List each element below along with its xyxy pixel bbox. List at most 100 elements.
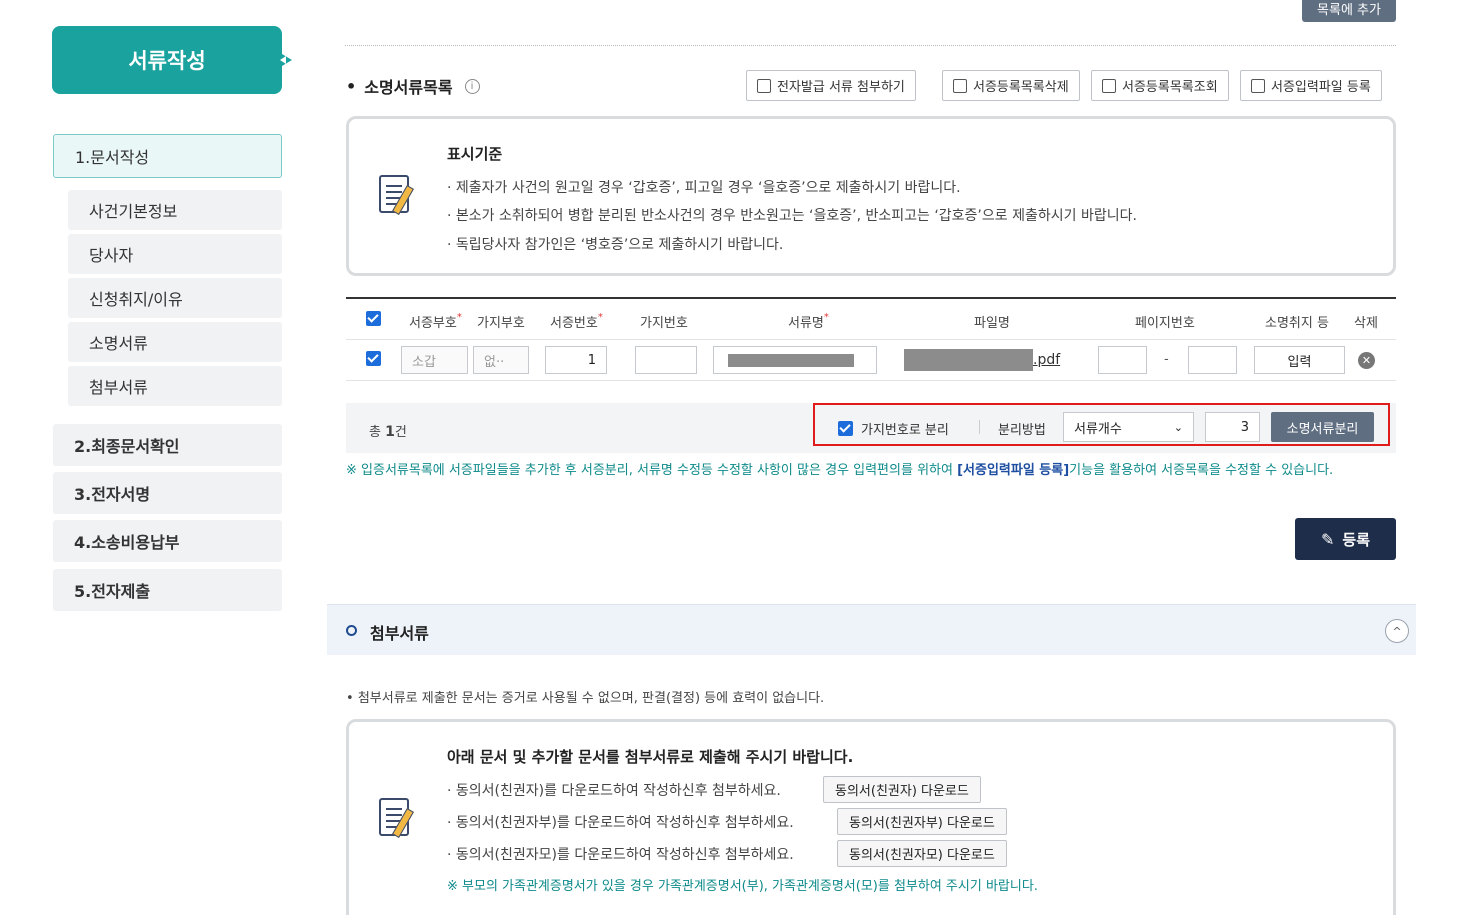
column-header: 가지부호: [477, 316, 525, 331]
bullet-dot: •: [346, 76, 357, 96]
evidence-code-input[interactable]: 소갑: [401, 346, 468, 374]
attachment-item: · 동의서(친권자부)를 다운로드하여 작성하신후 첨부하세요.: [447, 815, 794, 831]
split-method-label: 분리방법: [998, 423, 1046, 438]
sidebar-item-label: 4.소송비용납부: [74, 533, 180, 552]
split-method-select[interactable]: 서류개수 ⌄: [1063, 412, 1194, 442]
column-header: 소명취지 등: [1265, 316, 1329, 331]
collapse-toggle-icon[interactable]: ^: [1385, 619, 1409, 643]
sidebar-item-fee-payment[interactable]: 4.소송비용납부: [53, 520, 282, 562]
page-end-input[interactable]: [1188, 346, 1237, 374]
pencil-icon: ✎: [1320, 529, 1335, 549]
evidence-notice: ※ 입증서류목록에 서증파일들을 추가한 후 서증분리, 서류명 수정등 수정할…: [346, 463, 1334, 478]
ring-bullet-icon: [346, 625, 357, 636]
attachments-section-header: 첨부서류 ^: [327, 604, 1416, 655]
criteria-item: · 본소가 소취하되어 병합 분리된 반소사건의 경우 반소원고는 ‘을호증’,…: [447, 208, 1137, 224]
info-icon[interactable]: i: [464, 78, 480, 94]
row-checkbox[interactable]: [366, 351, 381, 366]
branch-code-input[interactable]: 없··: [473, 346, 529, 374]
split-by-branch-checkbox[interactable]: [838, 421, 853, 436]
document-name-input[interactable]: [713, 346, 877, 374]
table-top-border: [346, 297, 1396, 299]
sidebar-item-parties[interactable]: 당사자: [68, 234, 282, 274]
attachments-note: • 첨부서류로 제출한 문서는 증거로 사용될 수 없으며, 판결(결정) 등에…: [346, 691, 825, 706]
split-evidence-button[interactable]: 소명서류분리: [1271, 412, 1374, 442]
button-label: 서증등록목록삭제: [973, 80, 1069, 95]
download-consent-mother-button[interactable]: 동의서(친권자모) 다운로드: [837, 840, 1007, 867]
sidebar-item-final-check[interactable]: 2.최종문서확인: [53, 424, 282, 466]
sidebar-item-document-writing[interactable]: 1.문서작성: [53, 134, 282, 178]
sidebar-item-evidence-docs[interactable]: 소명서류: [68, 322, 282, 362]
document-icon: [757, 78, 771, 93]
sidebar-item-label: 3.전자서명: [74, 485, 151, 504]
trash-icon: [953, 78, 967, 93]
delete-evidence-list-button[interactable]: 서증등록목록삭제: [942, 70, 1080, 101]
sidebar-item-label: 사건기본정보: [89, 202, 178, 221]
split-method-value: 서류개수: [1074, 421, 1122, 437]
column-header: 페이지번호: [1135, 316, 1195, 331]
sidebar-header-title: 서류작성: [128, 49, 206, 73]
sidebar-item-attachments[interactable]: 첨부서류: [68, 366, 282, 406]
attach-e-issued-button[interactable]: 전자발급 서류 첨부하기: [746, 70, 916, 101]
register-button[interactable]: ✎ 등록: [1295, 518, 1396, 560]
add-to-list-button[interactable]: 목록에 추가: [1302, 0, 1396, 22]
column-header: 서증번호*: [550, 312, 603, 331]
sidebar-header: 서류작성: [52, 26, 292, 94]
download-consent-father-button[interactable]: 동의서(친권자부) 다운로드: [837, 808, 1007, 835]
divider: [345, 45, 1396, 46]
file-add-icon: [1251, 78, 1265, 93]
attachment-item: · 동의서(친권자)를 다운로드하여 작성하신후 첨부하세요.: [447, 783, 781, 799]
register-input-file-button[interactable]: 서증입력파일 등록: [1240, 70, 1382, 101]
sidebar-item-case-info[interactable]: 사건기본정보: [68, 190, 282, 230]
attachment-item: · 동의서(친권자모)를 다운로드하여 작성하신후 첨부하세요.: [447, 847, 794, 863]
page-separator: -: [1164, 352, 1169, 367]
sidebar-item-purpose-reason[interactable]: 신청취지/이유: [68, 278, 282, 318]
purpose-input-button[interactable]: 입력: [1254, 346, 1345, 374]
split-by-branch-label: 가지번호로 분리: [861, 423, 949, 438]
column-header: 서증부호*: [409, 312, 462, 331]
button-label: 전자발급 서류 첨부하기: [777, 80, 905, 95]
page-start-input[interactable]: [1098, 346, 1147, 374]
sidebar-item-label: 소명서류: [89, 334, 148, 353]
column-header: 서류명*: [788, 312, 829, 331]
attachments-footnote: ※ 부모의 가족관계증명서가 있을 경우 가족관계증명서(부), 가족관계증명서…: [447, 879, 1038, 894]
criteria-box: 표시기준 · 제출자가 사건의 원고일 경우 ‘갑호증’, 피고일 경우 ‘을호…: [346, 116, 1396, 276]
sidebar-item-label: 1.문서작성: [75, 148, 150, 167]
select-all-checkbox[interactable]: [366, 311, 381, 326]
sidebar-item-e-submission[interactable]: 5.전자제출: [53, 569, 282, 611]
criteria-item: · 제출자가 사건의 원고일 경우 ‘갑호증’, 피고일 경우 ‘을호증’으로 …: [447, 180, 961, 196]
column-header: 가지번호: [640, 316, 688, 331]
section-title-evidence: • 소명서류목록 i: [346, 74, 480, 98]
sidebar-item-label: 5.전자제출: [74, 582, 151, 601]
sidebar-item-label: 당사자: [89, 246, 134, 265]
document-pen-icon: [371, 171, 419, 221]
evidence-number-input[interactable]: 1: [545, 346, 607, 374]
view-evidence-list-button[interactable]: 서증등록목록조회: [1091, 70, 1229, 101]
sidebar-item-label: 2.최종문서확인: [74, 437, 180, 456]
chevron-down-icon: ⌄: [1173, 420, 1183, 434]
button-label: 서증등록목록조회: [1122, 80, 1218, 95]
sidebar-item-label: 신청취지/이유: [89, 290, 183, 309]
column-header: 삭제: [1354, 316, 1378, 331]
file-name-link[interactable]: .pdf: [1033, 352, 1060, 368]
redacted-filename: [904, 349, 1033, 371]
attachments-box-title: 아래 문서 및 추가할 문서를 첨부서류로 제출해 주시기 바랍니다.: [447, 748, 854, 766]
button-label: 서증입력파일 등록: [1271, 80, 1371, 95]
branch-number-input[interactable]: [635, 346, 697, 374]
redacted-text: [728, 354, 854, 367]
sidebar-item-e-signature[interactable]: 3.전자서명: [53, 472, 282, 514]
document-pen-icon: [371, 794, 419, 844]
criteria-item: · 독립당사자 참가인은 ‘병호증’으로 제출하시기 바랍니다.: [447, 237, 784, 253]
download-consent-parent-button[interactable]: 동의서(친권자) 다운로드: [823, 776, 981, 803]
notice-link: [서증입력파일 등록]: [957, 463, 1070, 478]
table-divider: [346, 339, 1396, 340]
delete-row-icon[interactable]: ✕: [1358, 352, 1375, 369]
divider: [979, 420, 980, 434]
total-count: 총 1건: [369, 424, 407, 440]
table-divider: [346, 380, 1396, 381]
split-count-input[interactable]: 3: [1205, 412, 1260, 442]
section-title-text: 소명서류목록: [364, 78, 453, 97]
section-title-attachments: 첨부서류: [370, 624, 429, 643]
sidebar-item-label: 첨부서류: [89, 378, 148, 397]
search-list-icon: [1102, 78, 1116, 93]
column-header: 파일명: [974, 316, 1010, 331]
